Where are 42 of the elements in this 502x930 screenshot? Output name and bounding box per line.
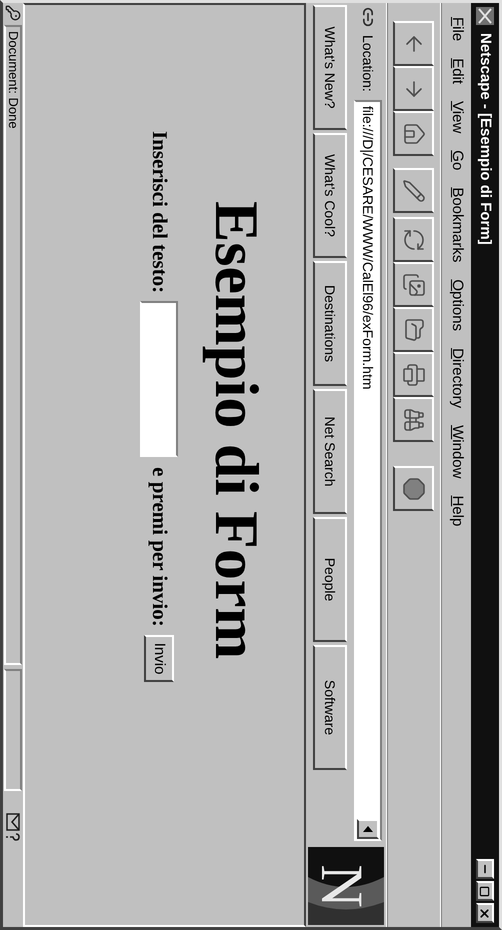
close-button[interactable] [476,903,494,923]
pencil-icon[interactable] [394,168,434,213]
printer-icon[interactable] [394,352,434,397]
images-icon[interactable] [394,262,434,307]
key-icon [5,5,21,21]
open-icon[interactable] [394,307,434,352]
menu-item[interactable]: Directory [445,348,468,408]
directory-button[interactable]: Software [313,645,347,770]
window-title: Netscape - [Esempio di Form] [476,33,496,247]
home-icon[interactable] [394,111,434,156]
menu-item[interactable]: Go [445,150,468,170]
directory-button[interactable]: Net Search [313,389,347,514]
directory-button[interactable]: What's New? [313,5,347,130]
menu-item[interactable]: Bookmarks [445,187,468,262]
mail-icon [5,813,21,843]
menu-item[interactable]: Options [445,279,468,332]
dropdown-button[interactable] [357,819,379,839]
minimize-button[interactable] [476,859,494,879]
caret-icon [363,826,373,832]
text-input[interactable] [140,301,178,458]
menu-item[interactable]: View [445,101,468,134]
menu-item[interactable]: Help [445,495,468,526]
close-icon [478,906,492,920]
maximize-icon [480,886,490,896]
directory-button[interactable]: Destinations [313,261,347,386]
logo: N [308,847,384,925]
menu-item[interactable]: Edit [445,58,468,84]
stop-icon[interactable] [394,466,434,511]
binoculars-icon[interactable] [394,397,434,442]
maximize-button[interactable] [476,881,494,901]
form-label: Inserisci del testo: [146,131,173,294]
location-field[interactable]: file:///D|/CESARE/WWW/CalEl96/exForm.htm [354,100,382,841]
submit-button[interactable]: Invio [144,634,174,682]
location-label: Location: [360,35,378,92]
status-text: Document: Done [4,31,22,129]
app-icon [476,7,494,25]
menu-item[interactable]: Window [445,425,468,478]
form-label: e premi per invio: [146,467,173,627]
menu-item[interactable]: File [445,17,468,42]
directory-button[interactable]: People [313,517,347,642]
directory-button[interactable]: What's Cool? [313,133,347,258]
reload-icon[interactable] [394,217,434,262]
